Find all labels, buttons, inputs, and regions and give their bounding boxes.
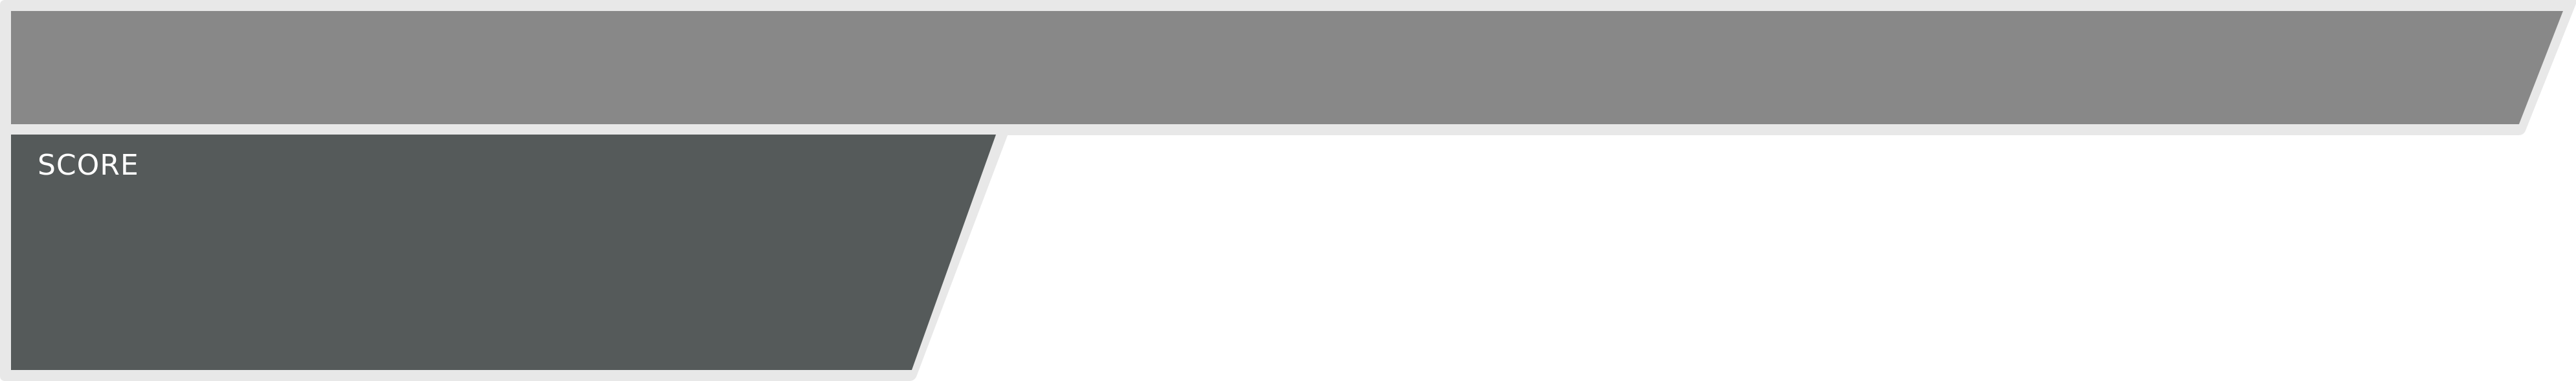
score-label: SCORE: [38, 149, 139, 182]
hud-frame: [0, 0, 2576, 381]
score-panel: [11, 135, 996, 370]
top-bar: [11, 11, 2563, 124]
